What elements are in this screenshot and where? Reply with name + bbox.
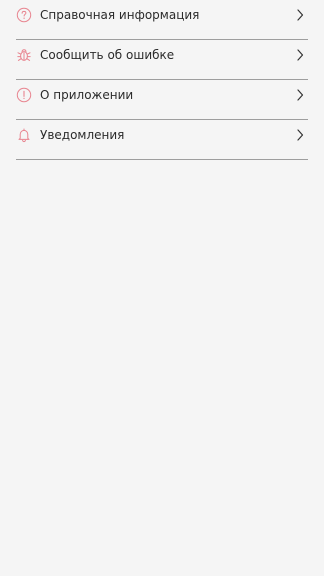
- question-circle-icon: [16, 7, 32, 23]
- menu-item-label: Уведомления: [40, 128, 125, 142]
- chevron-right-icon: [296, 49, 304, 61]
- bell-icon: [16, 127, 32, 143]
- menu-item-report-bug[interactable]: Сообщить об ошибке: [16, 40, 308, 80]
- chevron-right-icon: [296, 89, 304, 101]
- menu-item-label: Сообщить об ошибке: [40, 48, 175, 62]
- menu-item-notifications[interactable]: Уведомления: [16, 120, 308, 160]
- chevron-right-icon: [296, 129, 304, 141]
- menu-item-help[interactable]: Справочная информация: [16, 0, 308, 40]
- settings-menu: Справочная информация Сообщить об ошибке: [16, 0, 308, 160]
- menu-item-label: О приложении: [40, 88, 134, 102]
- chevron-right-icon: [296, 9, 304, 21]
- menu-item-label: Справочная информация: [40, 8, 200, 22]
- info-circle-icon: [16, 87, 32, 103]
- bug-icon: [16, 47, 32, 63]
- menu-item-about[interactable]: О приложении: [16, 80, 308, 120]
